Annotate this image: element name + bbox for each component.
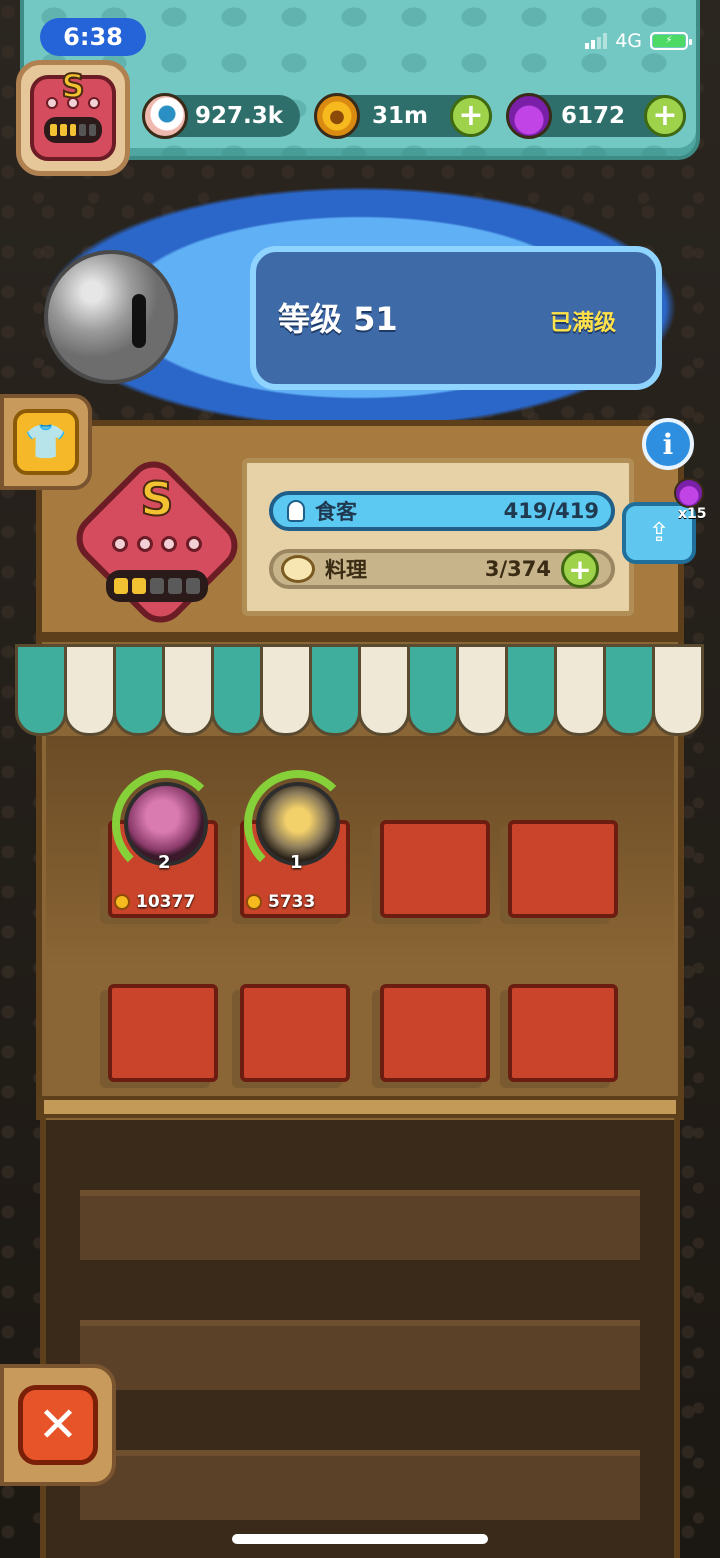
network-label: 4G xyxy=(615,30,642,52)
player-avatar[interactable]: S xyxy=(16,60,130,176)
level-title: 等级 51 xyxy=(278,300,398,338)
eyeball-icon xyxy=(142,93,188,139)
slot-mat xyxy=(380,820,490,918)
diners-bar: 食客 419/419 xyxy=(269,491,615,531)
outfit-button[interactable]: 👕 xyxy=(0,394,92,490)
add-dish-button[interactable]: + xyxy=(561,550,599,588)
empty-dish-slot[interactable] xyxy=(380,982,490,1082)
shop-rank-badge: S xyxy=(65,440,249,634)
dish-quantity: 1 xyxy=(290,852,303,873)
shop-awning xyxy=(15,644,704,736)
dishes-value: 3/374 xyxy=(484,557,551,581)
eyeball-value: 927.3k xyxy=(194,103,284,129)
dish-icon xyxy=(281,555,315,583)
eyeball-resource: 927.3k xyxy=(142,93,300,139)
dishes-bar: 料理 3/374 + xyxy=(269,549,615,589)
dish-quantity: 2 xyxy=(158,852,171,873)
potion-resource: 6172 + xyxy=(506,93,686,139)
rank-badge: S xyxy=(30,66,116,161)
add-potions-button[interactable]: + xyxy=(644,95,686,137)
slot-mat xyxy=(240,984,350,1082)
eye-orb-icon xyxy=(44,250,178,384)
diner-icon xyxy=(287,500,305,522)
slot-mat xyxy=(380,984,490,1082)
battery-charging-icon: ⚡ xyxy=(650,32,692,50)
level-max-label: 已满级 xyxy=(550,311,617,336)
potion-value: 6172 xyxy=(560,103,625,129)
empty-shelf xyxy=(80,1320,640,1390)
dish-price: 5733 xyxy=(246,892,315,912)
shop-rank-letter: S xyxy=(139,471,174,527)
coin-value: 31m xyxy=(372,103,428,129)
coin-icon: ● xyxy=(314,93,360,139)
empty-dish-slot[interactable] xyxy=(108,982,218,1082)
share-reward-count: x15 xyxy=(678,506,707,522)
coin-icon xyxy=(114,894,130,910)
share-potion-icon xyxy=(674,478,704,508)
empty-shelf xyxy=(80,1450,640,1520)
shelf-plank xyxy=(40,1096,680,1118)
slot-mat xyxy=(508,984,618,1082)
dish-slot[interactable]: 1 5733 xyxy=(240,770,352,918)
coin-icon xyxy=(246,894,262,910)
home-indicator[interactable] xyxy=(232,1534,488,1544)
empty-shelf xyxy=(80,1190,640,1260)
potion-icon xyxy=(506,93,552,139)
diners-label: 食客 xyxy=(315,500,357,524)
dish-slot[interactable]: 2 10377 xyxy=(108,770,220,918)
empty-dish-slot[interactable] xyxy=(240,982,350,1082)
share-icon: ⇪ xyxy=(648,518,670,548)
diners-value: 419/419 xyxy=(503,499,599,523)
signal-icon xyxy=(585,33,608,49)
shop-rank-progress xyxy=(106,570,208,602)
empty-dish-slot[interactable] xyxy=(508,818,618,918)
slot-mat xyxy=(508,820,618,918)
close-button[interactable]: ✕ xyxy=(0,1364,116,1486)
slot-mat xyxy=(108,984,218,1082)
add-coins-button[interactable]: + xyxy=(450,95,492,137)
rank-progress xyxy=(44,117,102,143)
close-icon: ✕ xyxy=(18,1385,98,1465)
shop-stats-panel: 食客 419/419 料理 3/374 + xyxy=(242,458,634,616)
empty-dish-slot[interactable] xyxy=(380,818,490,918)
dishes-label: 料理 xyxy=(325,558,367,582)
status-time: 6:38 xyxy=(40,18,146,56)
status-indicators: 4G ⚡ xyxy=(585,30,692,52)
info-button[interactable]: i xyxy=(642,418,694,470)
shirt-icon: 👕 xyxy=(13,409,79,475)
dish-price: 10377 xyxy=(114,892,195,912)
empty-dish-slot[interactable] xyxy=(508,982,618,1082)
coin-resource: ● 31m + xyxy=(314,93,492,139)
